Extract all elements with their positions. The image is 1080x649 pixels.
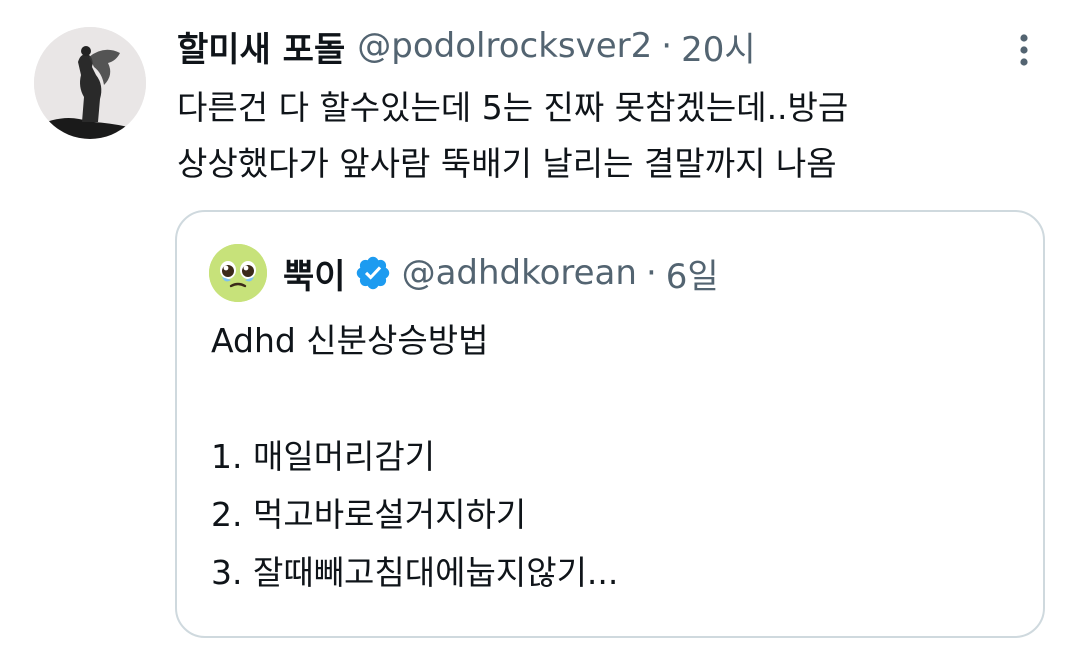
quoted-author-name[interactable]: 뿍이 — [283, 249, 346, 298]
list-item: 2. 먹고바로설거지하기 — [211, 495, 527, 534]
separator-dot: · — [661, 26, 673, 66]
list-item: 3. 잘때빼고침대에눕지않기... — [211, 553, 619, 592]
author-avatar[interactable] — [34, 27, 146, 139]
quoted-tweet-card[interactable]: 뿍이 @adhdkorean · 6일 Adhd 신분상승방법 1. 매일머리감… — [175, 210, 1045, 638]
tweet[interactable]: 할미새 포돌 @podolrocksver2 · 20시 다른건 다 할수있는데… — [0, 0, 1080, 649]
pleading-face-icon — [209, 244, 267, 302]
separator-dot: · — [645, 253, 657, 293]
more-vertical-icon — [1020, 34, 1028, 66]
tweet-time[interactable]: 20시 — [681, 22, 756, 71]
quoted-tweet-title: Adhd 신분상승방법 — [211, 321, 489, 360]
tweet-header: 할미새 포돌 @podolrocksver2 · 20시 — [177, 22, 756, 70]
quoted-tweet-time[interactable]: 6일 — [666, 249, 719, 298]
tweet-text-line: 다른건 다 할수있는데 5는 진짜 못참겠는데..방금 — [177, 88, 849, 127]
quoted-author-handle[interactable]: @adhdkorean — [402, 253, 637, 293]
author-handle[interactable]: @podolrocksver2 — [357, 26, 652, 66]
verified-badge-icon — [356, 256, 389, 290]
tweet-text-line: 상상했다가 앞사람 뚝배기 날리는 결말까지 나옴 — [177, 144, 837, 183]
quoted-author-avatar[interactable] — [209, 244, 267, 302]
quoted-tweet-text: Adhd 신분상승방법 1. 매일머리감기 2. 먹고바로설거지하기 3. 잘때… — [211, 312, 618, 602]
avatar-image — [34, 27, 146, 139]
tweet-text: 다른건 다 할수있는데 5는 진짜 못참겠는데..방금 상상했다가 앞사람 뚝배… — [177, 80, 1037, 192]
list-item: 1. 매일머리감기 — [211, 437, 436, 476]
more-options-button[interactable] — [1002, 28, 1046, 72]
quoted-tweet-header: 뿍이 @adhdkorean · 6일 — [209, 244, 719, 302]
author-name[interactable]: 할미새 포돌 — [177, 22, 345, 71]
